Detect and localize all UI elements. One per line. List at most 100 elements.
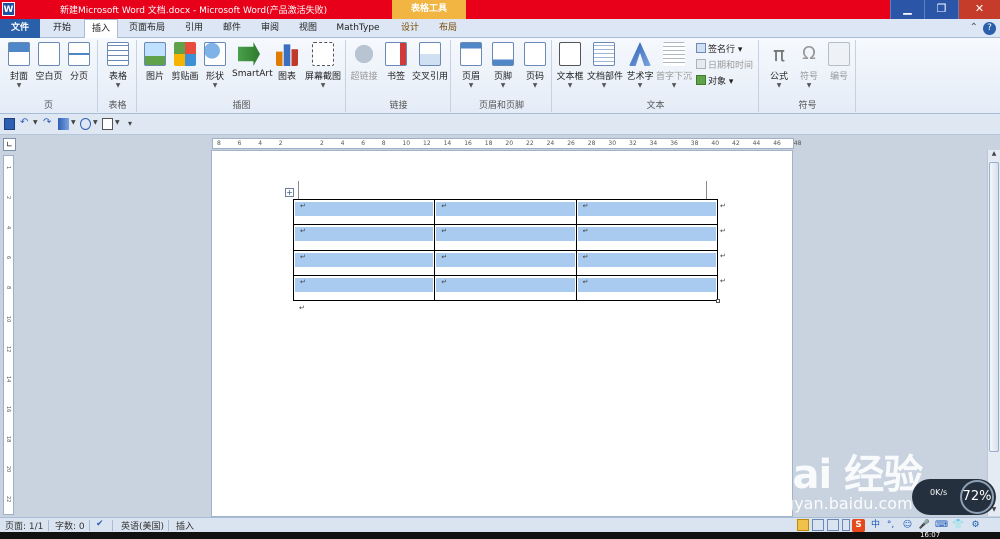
insert-mode-indicator[interactable]: 插入 — [176, 519, 194, 532]
textbox-dropdown-icon[interactable]: ▼ — [115, 119, 120, 126]
undo-icon[interactable]: ↶ — [20, 118, 31, 130]
table-cell[interactable]: ↵ — [575, 249, 719, 276]
page-number-button[interactable]: 页码 ▼ — [518, 42, 552, 90]
table-cell[interactable]: ↵ — [292, 198, 436, 226]
ruler-tick-label: 2 — [278, 140, 283, 147]
skin-icon[interactable]: 👕 — [952, 519, 965, 532]
settings-icon[interactable]: ⚙ — [969, 519, 982, 532]
undo-dropdown-icon[interactable]: ▼ — [33, 119, 38, 126]
ime-mode-icon[interactable]: 中 — [869, 519, 882, 532]
symbol-button[interactable]: Ω 符号 ▼ — [792, 42, 826, 90]
tab-file[interactable]: 文件 — [0, 19, 40, 38]
emoji-icon[interactable]: ☺ — [901, 519, 914, 532]
page-count[interactable]: 页面: 1/1 — [5, 519, 43, 532]
textbox-icon[interactable] — [102, 118, 113, 130]
restore-button[interactable]: ❐ — [924, 0, 958, 19]
redo-icon[interactable]: ↷ — [43, 118, 54, 130]
tab-references[interactable]: 引用 — [176, 19, 212, 38]
vertical-ruler-tick-label: 18 — [5, 436, 11, 443]
draw-table-icon[interactable] — [58, 118, 69, 130]
proofing-icon[interactable]: ✔ — [96, 519, 104, 529]
picture-button[interactable]: 图片 — [138, 42, 172, 82]
screenshot-button[interactable]: 屏幕截图 ▼ — [304, 42, 342, 90]
close-button[interactable]: ✕ — [958, 0, 1000, 19]
drop-cap-button[interactable]: 首字下沉 ▼ — [655, 42, 693, 90]
table-cell[interactable]: ↵ — [575, 198, 719, 226]
web-layout-view-icon[interactable] — [827, 519, 839, 531]
print-layout-view-icon[interactable] — [797, 519, 809, 531]
tab-mathtype[interactable]: MathType — [328, 19, 388, 38]
dropdown-arrow-icon: ▼ — [776, 82, 782, 89]
network-speed-widget[interactable]: 0K/s 72% — [912, 479, 996, 515]
table-cell[interactable]: ↵ — [575, 224, 719, 251]
draw-table-dropdown-icon[interactable]: ▼ — [71, 119, 76, 126]
save-icon[interactable] — [4, 118, 15, 130]
status-separator — [112, 520, 113, 531]
quick-parts-button[interactable]: 文档部件 ▼ — [587, 42, 623, 90]
table-cell[interactable]: ↵ — [434, 274, 577, 302]
clock: 16:07 — [920, 531, 941, 539]
equation-button[interactable]: π 公式 ▼ — [762, 42, 796, 90]
table-button[interactable]: 表格 ▼ — [101, 42, 135, 90]
help-icon[interactable]: ? — [983, 22, 996, 35]
table-cell[interactable]: ↵ — [292, 274, 436, 302]
tab-insert[interactable]: 插入 — [84, 19, 118, 39]
table-move-handle-icon[interactable]: + — [285, 188, 294, 197]
cross-reference-button[interactable]: 交叉引用 — [411, 42, 449, 82]
table-cell[interactable]: ↵ — [292, 224, 436, 251]
tab-mailings[interactable]: 邮件 — [214, 19, 250, 38]
tab-view[interactable]: 视图 — [290, 19, 326, 38]
tab-selector-icon[interactable]: ∟ — [3, 138, 16, 151]
document-table[interactable]: ↵ ↵ ↵ ↵ ↵ ↵ ↵ ↵ ↵ ↵ ↵ ↵ — [292, 198, 719, 302]
shapes-button[interactable]: 形状 ▼ — [198, 42, 232, 90]
table-cell[interactable]: ↵ — [292, 249, 436, 276]
text-box-button[interactable]: 文本框 ▼ — [553, 42, 587, 90]
clip-art-button[interactable]: 剪贴画 — [168, 42, 202, 82]
table-cell[interactable]: ↵ — [434, 198, 577, 226]
print-preview-icon[interactable] — [80, 118, 91, 130]
date-time-button[interactable]: 日期和时间 — [696, 59, 753, 73]
table-resize-handle[interactable] — [716, 299, 720, 303]
tab-page-layout[interactable]: 页面布局 — [120, 19, 174, 38]
full-screen-view-icon[interactable] — [812, 519, 824, 531]
minimize-button[interactable]: ▁ — [890, 0, 924, 19]
footer-button[interactable]: 页脚 ▼ — [486, 42, 520, 90]
signature-line-button[interactable]: 签名行 ▾ — [696, 43, 742, 57]
tab-review[interactable]: 审阅 — [252, 19, 288, 38]
tab-layout[interactable]: 布局 — [430, 19, 466, 38]
wordart-button[interactable]: 艺术字 ▼ — [623, 42, 657, 90]
horizontal-ruler[interactable]: 8 6 4 2 2 4 6 8 10 12 14 16 18 20 22 24 26 28 30 32 34 36 38 40… — [212, 138, 801, 149]
bookmark-button[interactable]: 书签 — [379, 42, 413, 82]
sogou-ime-icon[interactable]: S — [852, 519, 865, 532]
minimize-ribbon-icon[interactable]: ⌃ — [970, 22, 978, 33]
table-cell[interactable]: ↵ — [434, 249, 577, 276]
scroll-up-icon[interactable]: ▲ — [989, 150, 999, 160]
chart-button[interactable]: 图表 — [270, 42, 304, 82]
tab-design[interactable]: 设计 — [392, 19, 428, 38]
punctuation-icon[interactable]: °, — [884, 519, 897, 532]
ruler-tick-label: 8 — [217, 140, 221, 147]
table-row: ↵ ↵ ↵ — [292, 224, 719, 251]
smartart-button[interactable]: SmartArt — [232, 42, 273, 79]
page-break-button[interactable]: 分页 — [62, 42, 96, 82]
word-app-icon[interactable]: W — [2, 2, 15, 16]
print-preview-dropdown-icon[interactable]: ▼ — [93, 119, 98, 126]
outline-view-icon[interactable] — [842, 519, 850, 531]
language-indicator[interactable]: 英语(美国) — [121, 519, 164, 532]
blank-page-button[interactable]: 空白页 — [32, 42, 66, 82]
tab-home[interactable]: 开始 — [42, 19, 82, 38]
object-button[interactable]: 对象 ▾ — [696, 75, 733, 89]
customize-toolbar-icon[interactable]: ▾ — [128, 119, 132, 128]
hyperlink-button[interactable]: 超链接 — [347, 42, 381, 82]
number-button[interactable]: 编号 — [822, 42, 856, 82]
vertical-scrollbar[interactable]: ▲ ▼ — [987, 150, 1000, 516]
cell-selection — [577, 252, 716, 267]
word-count[interactable]: 字数: 0 — [55, 519, 85, 532]
ruler-tick-label: 12 — [423, 140, 431, 147]
scrollbar-thumb[interactable] — [989, 162, 999, 452]
header-button[interactable]: 页眉 ▼ — [454, 42, 488, 90]
vertical-ruler[interactable]: 1 2 4 6 8 10 12 14 16 18 20 22 — [3, 155, 14, 515]
table-cell[interactable]: ↵ — [575, 274, 719, 302]
table-cell[interactable]: ↵ — [434, 224, 577, 251]
cover-page-button[interactable]: 封面 ▼ — [2, 42, 36, 90]
